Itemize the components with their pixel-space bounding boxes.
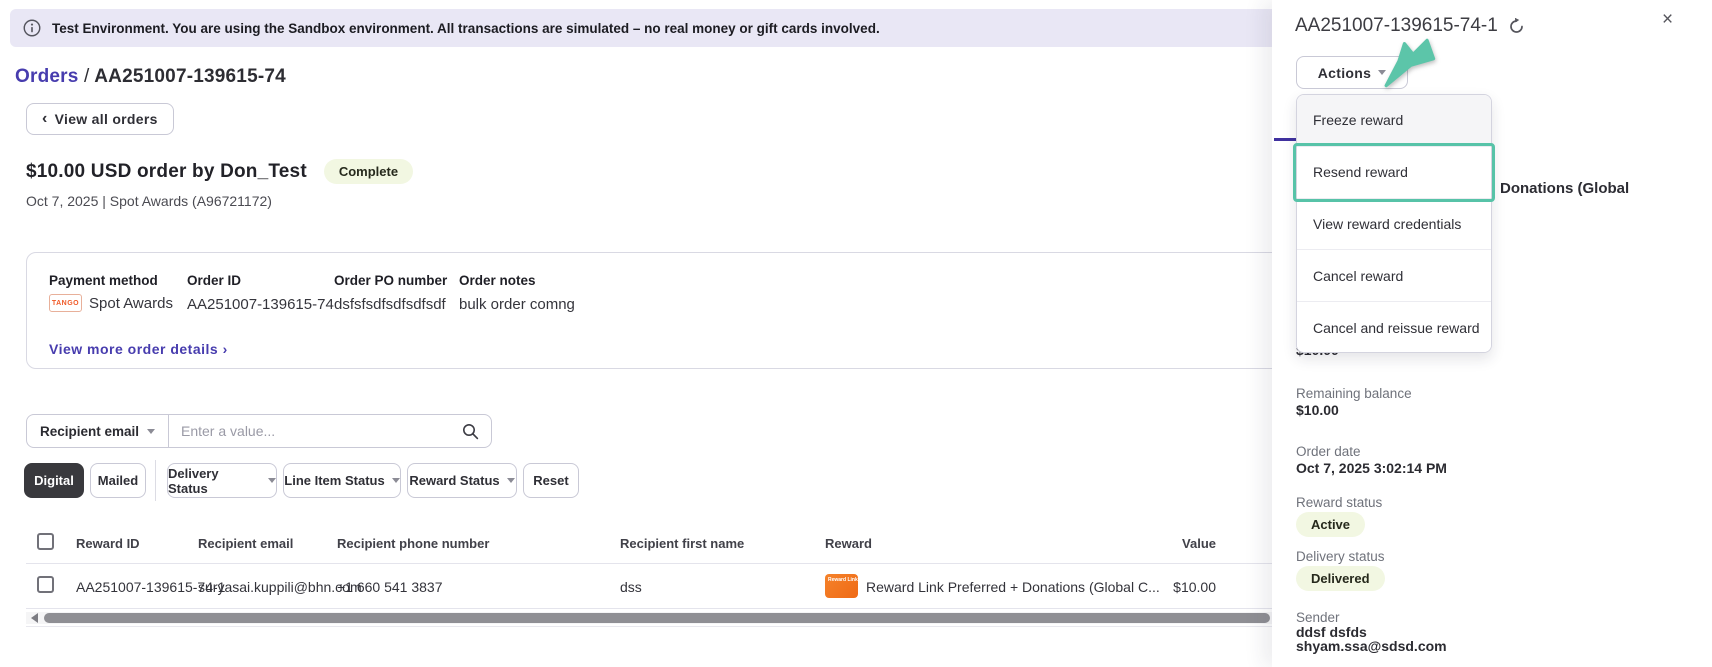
order-date-value: Oct 7, 2025 3:02:14 PM: [1296, 460, 1447, 476]
order-header: $10.00 USD order by Don_Test Complete: [26, 159, 413, 184]
recipient-search: Recipient email: [26, 414, 492, 448]
order-notes-value: bulk order comng: [459, 296, 575, 313]
delivery-status-badge: Delivered: [1296, 566, 1385, 591]
payment-method-text: Spot Awards: [89, 295, 173, 312]
order-id-value: AA251007-139615-74: [187, 296, 334, 313]
reward-name-partial: Donations (Global: [1500, 180, 1629, 197]
remaining-balance-value: $10.00: [1296, 402, 1339, 418]
col-header-reward-id[interactable]: Reward ID: [76, 536, 140, 551]
actions-button[interactable]: Actions: [1296, 56, 1408, 89]
reward-status-filter[interactable]: Reward Status: [407, 463, 517, 498]
delivery-status-label: Delivery status: [1296, 549, 1385, 564]
select-all-checkbox[interactable]: [37, 533, 54, 550]
reset-filters-button[interactable]: Reset: [523, 463, 579, 498]
col-header-reward[interactable]: Reward: [825, 536, 872, 551]
tab-digital-label: Digital: [34, 473, 74, 488]
actions-menu: Freeze reward Resend reward View reward …: [1296, 94, 1492, 353]
search-icon: [462, 423, 479, 440]
menu-item-resend-reward[interactable]: Resend reward: [1297, 147, 1491, 199]
payment-method-value: TANGO Spot Awards: [49, 294, 173, 312]
order-subtitle: Oct 7, 2025 | Spot Awards (A96721172): [26, 193, 272, 209]
order-id-label: Order ID: [187, 273, 241, 288]
breadcrumb: Orders / AA251007-139615-74: [15, 66, 286, 88]
col-header-recipient-phone[interactable]: Recipient phone number: [337, 536, 489, 551]
tab-mailed[interactable]: Mailed: [90, 463, 146, 498]
reward-status-filter-label: Reward Status: [409, 473, 499, 488]
reward-card-thumbnail: Reward Link: [825, 574, 858, 598]
view-all-orders-button[interactable]: ‹ View all orders: [26, 103, 174, 135]
search-field-selector[interactable]: Recipient email: [27, 415, 169, 447]
order-status-badge: Complete: [324, 159, 413, 184]
delivery-status-filter[interactable]: Delivery Status: [167, 463, 277, 498]
tab-digital[interactable]: Digital: [24, 463, 84, 498]
sender-email: shyam.ssa@sdsd.com: [1296, 638, 1447, 654]
chevron-down-icon: [268, 478, 276, 483]
tango-logo: TANGO: [49, 294, 82, 312]
delivery-status-filter-label: Delivery Status: [168, 466, 261, 496]
search-field-selector-label: Recipient email: [40, 424, 139, 439]
actions-button-label: Actions: [1318, 65, 1371, 81]
menu-item-cancel-reward[interactable]: Cancel reward: [1297, 250, 1491, 302]
remaining-balance-label: Remaining balance: [1296, 386, 1412, 401]
chevron-down-icon: [392, 478, 400, 483]
search-input[interactable]: [169, 415, 449, 447]
menu-item-cancel-and-reissue-reward[interactable]: Cancel and reissue reward: [1297, 302, 1491, 353]
panel-title: AA251007-139615-74-1: [1295, 15, 1498, 37]
row-checkbox[interactable]: [37, 576, 54, 593]
search-button[interactable]: [449, 415, 491, 447]
col-header-recipient-email[interactable]: Recipient email: [198, 536, 293, 551]
panel-title-row: AA251007-139615-74-1: [1295, 15, 1525, 37]
breadcrumb-separator: /: [84, 66, 89, 87]
tab-mailed-label: Mailed: [98, 473, 138, 488]
reset-filters-label: Reset: [533, 473, 568, 488]
table-bottom-border: [26, 626, 1272, 627]
chevron-down-icon: [147, 429, 155, 434]
line-item-status-filter-label: Line Item Status: [284, 473, 384, 488]
banner-text: Test Environment. You are using the Sand…: [52, 21, 880, 36]
order-date-label: Order date: [1296, 444, 1361, 459]
order-title: $10.00 USD order by Don_Test: [26, 161, 307, 183]
payment-method-label: Payment method: [49, 273, 158, 288]
chevron-down-icon: [507, 478, 515, 483]
close-icon[interactable]: ×: [1662, 10, 1673, 29]
col-header-value[interactable]: Value: [1126, 536, 1216, 551]
info-icon: [23, 19, 41, 37]
menu-item-freeze-reward[interactable]: Freeze reward: [1297, 95, 1491, 147]
order-notes-label: Order notes: [459, 273, 536, 288]
menu-item-view-reward-credentials[interactable]: View reward credentials: [1297, 199, 1491, 251]
order-po-label: Order PO number: [334, 273, 447, 288]
refresh-icon[interactable]: [1508, 18, 1525, 35]
cell-reward-name: Reward Link Preferred + Donations (Globa…: [866, 579, 1160, 595]
reward-detail-panel: AA251007-139615-74-1 × Donations (Global…: [1272, 0, 1712, 667]
cell-recipient-phone: +1 660 541 3837: [337, 579, 443, 595]
scroll-left-arrow-icon[interactable]: [31, 613, 38, 623]
filter-divider: [155, 460, 156, 501]
cell-recipient-first-name: dss: [620, 579, 642, 595]
horizontal-scrollbar[interactable]: [26, 612, 1272, 624]
chevron-down-icon: [1378, 70, 1386, 75]
line-item-status-filter[interactable]: Line Item Status: [283, 463, 401, 498]
cell-value: $10.00: [1126, 579, 1216, 595]
col-header-recipient-first-name[interactable]: Recipient first name: [620, 536, 744, 551]
active-tab-underline-fragment: [1274, 138, 1296, 141]
view-all-orders-label: View all orders: [55, 111, 158, 127]
view-more-order-details-link[interactable]: View more order details ›: [49, 341, 228, 357]
breadcrumb-current: AA251007-139615-74: [94, 66, 286, 87]
scrollbar-thumb[interactable]: [44, 613, 1270, 623]
breadcrumb-orders-link[interactable]: Orders: [15, 66, 79, 87]
reward-status-badge: Active: [1296, 512, 1365, 537]
order-po-value: dsfsfsdfsdfsdfsdf: [334, 296, 446, 313]
chevron-left-icon: ‹: [42, 111, 48, 127]
sender-label: Sender: [1296, 610, 1340, 625]
reward-status-label: Reward status: [1296, 495, 1382, 510]
